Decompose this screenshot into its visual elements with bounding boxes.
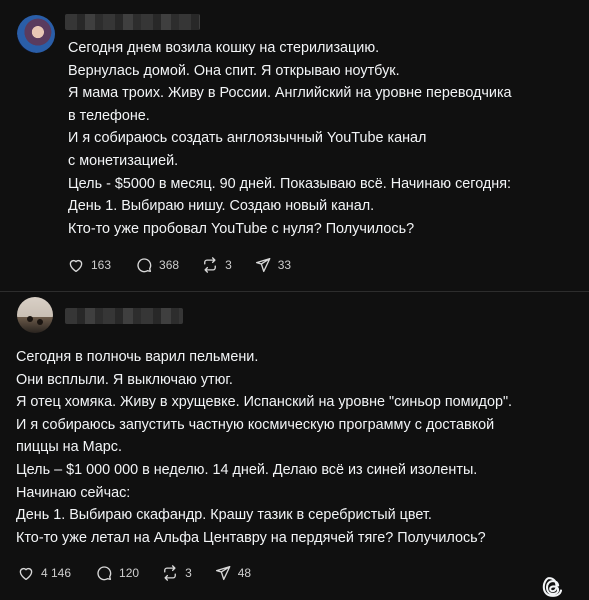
post-text-line: с монетизацией. bbox=[68, 152, 179, 169]
repost-button[interactable]: 3 bbox=[161, 564, 192, 582]
repost-button[interactable]: 3 bbox=[201, 256, 232, 274]
post-text-line: Я мама троих. Живу в России. Английский … bbox=[68, 85, 512, 102]
comment-button[interactable]: 120 bbox=[95, 564, 139, 582]
post-actions: 163 368 3 33 bbox=[67, 256, 291, 274]
heart-icon bbox=[69, 259, 83, 273]
avatar[interactable] bbox=[17, 297, 53, 333]
repost-icon bbox=[204, 257, 216, 273]
post-text-line: Сегодня днем возила кошку на стерилизаци… bbox=[68, 40, 380, 56]
comment-icon bbox=[97, 566, 112, 581]
post-1: Сегодня днем возила кошку на стерилизаци… bbox=[0, 0, 589, 292]
repost-icon bbox=[164, 565, 176, 581]
share-button[interactable]: 33 bbox=[254, 256, 291, 274]
repost-count: 3 bbox=[185, 566, 192, 580]
post-text: Сегодня в полночь варил пельмени. Они вс… bbox=[16, 346, 512, 549]
comment-count: 120 bbox=[119, 566, 140, 580]
post-text: Сегодня днем возила кошку на стерилизаци… bbox=[68, 37, 512, 240]
post-text-line: Начинаю сейчас: bbox=[16, 484, 131, 501]
threads-logo-icon bbox=[542, 577, 563, 597]
comment-icon bbox=[137, 258, 152, 273]
post-text-line: пиццы на Марс. bbox=[16, 439, 122, 456]
post-text-line: Они всплыли. Я выключаю утюг. bbox=[16, 371, 233, 388]
share-count: 33 bbox=[277, 258, 292, 272]
comment-count: 368 bbox=[159, 258, 180, 272]
post-text-line: День 1. Выбираю скафандр. Крашу тазик в … bbox=[16, 507, 432, 524]
like-count: 163 bbox=[91, 258, 112, 272]
post-actions: 4 146 120 3 48 bbox=[17, 564, 251, 582]
repost-count: 3 bbox=[225, 258, 232, 272]
avatar-figure bbox=[37, 319, 43, 325]
username-blurred[interactable] bbox=[65, 308, 183, 324]
share-icon bbox=[215, 565, 231, 581]
post-text-line: Сегодня в полночь варил пельмени. bbox=[16, 349, 259, 365]
share-icon bbox=[255, 257, 271, 273]
share-button[interactable]: 48 bbox=[214, 564, 251, 582]
comment-button[interactable]: 368 bbox=[135, 256, 179, 274]
share-count: 48 bbox=[237, 566, 252, 580]
post-text-line: И я собираюсь создать англоязычный YouTu… bbox=[68, 130, 427, 147]
avatar-figure bbox=[27, 316, 33, 322]
like-button[interactable]: 163 bbox=[67, 256, 111, 274]
heart-icon bbox=[19, 567, 33, 581]
avatar[interactable] bbox=[17, 15, 55, 53]
post-text-line: в телефоне. bbox=[68, 107, 150, 124]
post-text-line: Кто-то уже пробовал YouTube с нуля? Полу… bbox=[68, 220, 415, 237]
post-text-line: Вернулась домой. Она спит. Я открываю но… bbox=[68, 62, 400, 79]
username-blurred[interactable] bbox=[65, 14, 200, 30]
like-button[interactable]: 4 146 bbox=[17, 564, 71, 582]
post-text-line: Цель - $5000 в месяц. 90 дней. Показываю… bbox=[68, 175, 512, 192]
like-count: 4 146 bbox=[41, 566, 72, 580]
post-text-line: И я собираюсь запустить частную космичес… bbox=[16, 416, 495, 433]
post-text-line: Я отец хомяка. Живу в хрущевке. Испански… bbox=[16, 394, 513, 411]
post-text-line: День 1. Выбираю нишу. Создаю новый канал… bbox=[68, 198, 375, 215]
post-text-line: Кто-то уже летал на Альфа Центавру на пе… bbox=[16, 529, 486, 546]
post-text-line: Цель – $1 000 000 в неделю. 14 дней. Дел… bbox=[16, 461, 478, 478]
